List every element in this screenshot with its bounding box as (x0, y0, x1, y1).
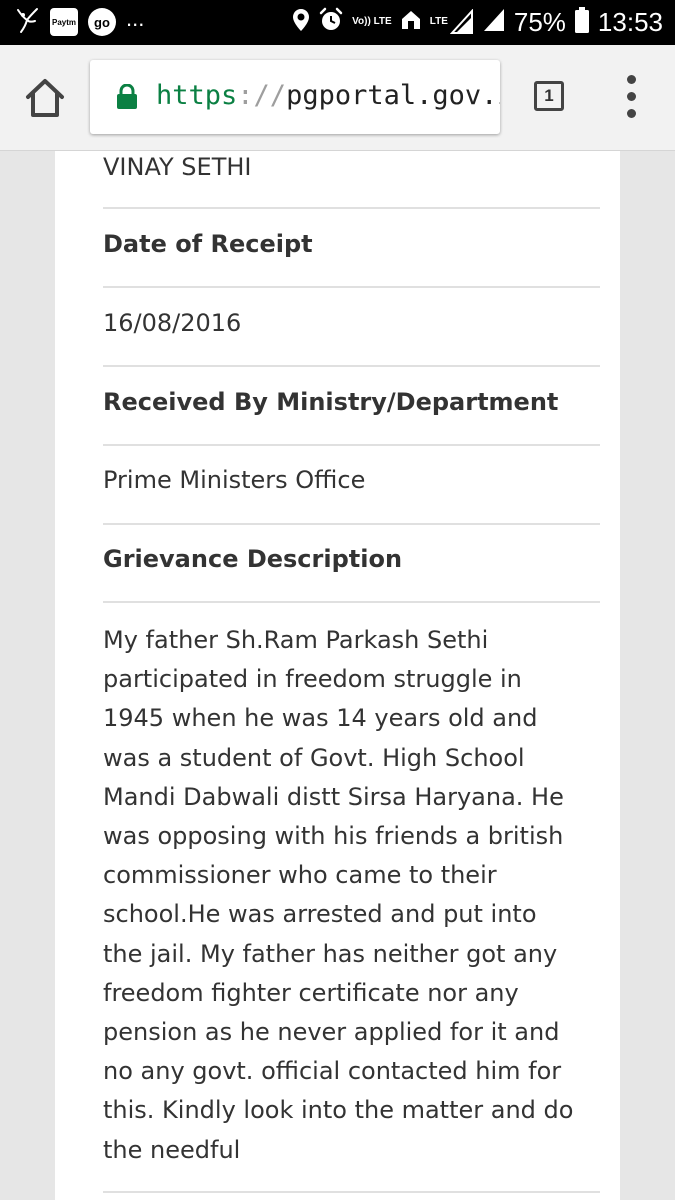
battery-percentage: 75% (513, 6, 566, 37)
home-icon (26, 79, 64, 117)
address-bar[interactable]: https://pgportal.gov.in (90, 60, 500, 134)
tab-switcher-icon[interactable]: 1 (534, 81, 564, 111)
cell-signal-icon (482, 7, 506, 38)
url-text: https://pgportal.gov.in (156, 77, 500, 115)
date-of-receipt-label: Date of Receipt (103, 230, 313, 258)
volte-icon: Vo)) LTE (352, 17, 392, 27)
more-notifications-indicator: ... (126, 6, 145, 31)
clock: 13:53 (597, 6, 663, 37)
location-icon (292, 8, 310, 37)
date-of-receipt-value: 16/08/2016 (103, 309, 242, 337)
description-line: no any govt. official contacted him for (103, 1057, 562, 1086)
description-line: was a student of Govt. High School (103, 743, 525, 772)
description-line: this. Kindly look into the matter and do (103, 1096, 574, 1125)
petitioner-name-value: VINAY SETHI (103, 153, 252, 181)
received-by-label-row: Received By Ministry/Department (103, 367, 600, 446)
description-line: commissioner who came to their (103, 861, 497, 890)
description-line: freedom fighter certificate nor any (103, 978, 519, 1007)
description-line: was opposing with his friends a british (103, 822, 564, 851)
status-bar-notifications: Paytm go ... (14, 6, 144, 38)
description-line: pension as he never applied for it and (103, 1018, 560, 1047)
received-by-value: Prime Ministers Office (103, 466, 366, 494)
url-separator: :// (237, 80, 287, 111)
hummingbird-icon (14, 6, 40, 39)
received-by-value-row: Prime Ministers Office (103, 446, 600, 525)
grievance-details-panel: VINAY SETHI Date of Receipt 16/08/2016 R… (55, 151, 620, 1200)
description-line: Mandi Dabwali distt Sirsa Haryana. He (103, 782, 564, 811)
browser-toolbar: https://pgportal.gov.in 1 (0, 45, 675, 151)
url-scheme: https (156, 80, 238, 111)
volte-label: Vo)) LTE (352, 16, 392, 27)
received-by-label: Received By Ministry/Department (103, 388, 559, 416)
description-line: the needful (103, 1135, 241, 1164)
menu-dot (627, 109, 636, 118)
description-line: 1945 when he was 14 years old and (103, 704, 538, 733)
url-host: pgportal.gov.in (286, 80, 500, 111)
lte-signal-icon: LTE (430, 9, 474, 35)
menu-dot (627, 92, 636, 101)
menu-dot (627, 75, 636, 84)
date-of-receipt-value-row: 16/08/2016 (103, 288, 600, 367)
lte-label: LTE (429, 16, 448, 27)
date-of-receipt-label-row: Date of Receipt (103, 209, 600, 288)
description-line: participated in freedom struggle in (103, 665, 522, 694)
status-bar: Paytm go ... Vo)) LTE LTE 75% 13:53 (0, 0, 675, 45)
grievance-description-label: Grievance Description (103, 545, 403, 573)
status-bar-system: Vo)) LTE LTE 75% 13:53 (292, 5, 663, 39)
grievance-description-text: My father Sh.Ram Parkash Sethi participa… (103, 621, 583, 1170)
battery-icon (574, 6, 590, 39)
bottom-divider (103, 1191, 600, 1193)
description-line: My father Sh.Ram Parkash Sethi (103, 626, 489, 654)
lock-icon[interactable] (116, 83, 138, 110)
description-line: the jail. My father has neither got any (103, 939, 558, 968)
petitioner-name-row: VINAY SETHI (103, 151, 600, 209)
grievance-description-label-row: Grievance Description (103, 525, 600, 603)
home-button[interactable] (22, 75, 68, 121)
paytm-icon: Paytm (50, 8, 78, 36)
alarm-icon (318, 7, 344, 38)
go-icon: go (88, 8, 116, 36)
description-line: school.He was arrested and put into (103, 900, 537, 929)
home-notification-icon (400, 9, 422, 36)
overflow-menu-icon[interactable] (620, 75, 644, 119)
